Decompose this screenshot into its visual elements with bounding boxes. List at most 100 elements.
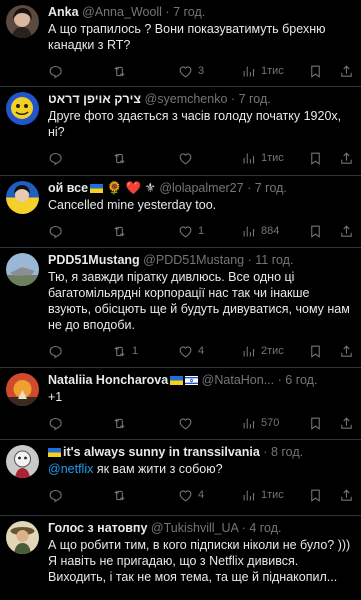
reply-icon — [48, 488, 63, 503]
bookmark-icon — [308, 344, 323, 359]
author-handle[interactable]: @Anna_Wooll — [82, 5, 162, 19]
views-button[interactable]: 1тис — [241, 484, 284, 506]
like-button[interactable]: 4 — [178, 340, 204, 362]
author-name[interactable]: Голос з натовпу — [48, 521, 147, 535]
tweet-header: ой все 🌻 ❤️ ⚜ @lolapalmer27 · 7 год. — [48, 176, 351, 196]
author-handle[interactable]: @syemchenko — [145, 92, 228, 106]
reply-button[interactable] — [48, 340, 68, 362]
tweet[interactable]: it's always sunny in transsilvania · 8 г… — [0, 440, 361, 516]
mention-link[interactable]: @netflix — [48, 462, 93, 476]
retweet-button[interactable] — [112, 412, 132, 434]
author-handle[interactable]: @lolapalmer27 — [159, 181, 243, 195]
like-button[interactable]: 3 — [178, 60, 204, 82]
avatar[interactable] — [6, 373, 39, 406]
timestamp[interactable]: 4 год. — [249, 521, 281, 535]
tweet-text: А що трапилось ? Вони показуватимуть бре… — [48, 22, 326, 52]
timestamp[interactable]: 7 год. — [239, 92, 271, 106]
author-name[interactable]: PDD51Mustang — [48, 253, 140, 267]
avatar[interactable] — [6, 5, 39, 38]
action-bar: 1 884 — [48, 220, 351, 242]
avatar[interactable] — [6, 445, 39, 478]
tweet[interactable]: PDD51Mustang @PDD51Mustang · 11 год. Тю,… — [0, 248, 361, 368]
share-button[interactable] — [339, 340, 354, 362]
reply-button[interactable] — [48, 484, 68, 506]
share-icon — [339, 416, 354, 431]
views-icon — [241, 64, 256, 79]
tweet[interactable]: Голос з натовпу @Tukishvill_UA · 4 год. … — [0, 516, 361, 600]
timestamp[interactable]: 8 год. — [271, 445, 303, 459]
share-button[interactable] — [339, 147, 354, 169]
tweet[interactable]: צירק אויפן דראט @syemchenko · 7 год. Дру… — [0, 87, 361, 176]
bookmark-icon — [308, 488, 323, 503]
bookmark-icon — [308, 64, 323, 79]
like-count: 4 — [198, 489, 205, 501]
views-button[interactable]: 1тис — [241, 147, 284, 169]
like-icon — [178, 224, 193, 239]
reply-feed: Anka @Anna_Wooll · 7 год. А що трапилось… — [0, 0, 361, 600]
retweet-count: 1 — [132, 345, 139, 357]
retweet-button[interactable] — [112, 147, 132, 169]
reply-button[interactable] — [48, 220, 68, 242]
share-button[interactable] — [339, 60, 354, 82]
share-button[interactable] — [339, 220, 354, 242]
author-handle[interactable]: @PDD51Mustang — [143, 253, 244, 267]
timestamp[interactable]: 7 год. — [173, 5, 205, 19]
views-button[interactable]: 2тис — [241, 340, 284, 362]
tweet-header: Голос з натовпу @Tukishvill_UA · 4 год. — [48, 516, 351, 536]
bookmark-button[interactable] — [308, 340, 323, 362]
separator: · — [277, 373, 282, 387]
timestamp[interactable]: 6 год. — [285, 373, 317, 387]
avatar[interactable] — [6, 253, 39, 286]
retweet-button[interactable] — [112, 220, 132, 242]
like-button[interactable] — [178, 147, 198, 169]
tweet[interactable]: Nataliia Honcharova @NataHon... · 6 год.… — [0, 368, 361, 440]
avatar[interactable] — [6, 92, 39, 125]
author-name[interactable]: ой все — [48, 181, 88, 195]
avatar[interactable] — [6, 181, 39, 214]
bookmark-button[interactable] — [308, 60, 323, 82]
like-button[interactable]: 1 — [178, 220, 204, 242]
reply-button[interactable] — [48, 147, 68, 169]
author-name[interactable]: צירק אויפן דראט — [48, 92, 141, 106]
tweet[interactable]: Anka @Anna_Wooll · 7 год. А що трапилось… — [0, 0, 361, 87]
bookmark-button[interactable] — [308, 220, 323, 242]
views-button[interactable]: 884 — [241, 220, 279, 242]
timestamp[interactable]: 7 год. — [255, 181, 287, 195]
like-icon — [178, 64, 193, 79]
reply-icon — [48, 224, 63, 239]
views-button[interactable]: 1тис — [241, 60, 284, 82]
bookmark-button[interactable] — [308, 147, 323, 169]
retweet-button[interactable] — [112, 60, 132, 82]
author-name[interactable]: Anka — [48, 5, 79, 19]
action-bar: 1тис — [48, 147, 351, 169]
avatar[interactable] — [6, 521, 39, 554]
views-button[interactable]: 570 — [241, 412, 279, 434]
retweet-icon — [112, 416, 127, 431]
bookmark-button[interactable] — [308, 484, 323, 506]
reply-button[interactable] — [48, 60, 68, 82]
reply-button[interactable] — [48, 412, 68, 434]
share-icon — [339, 344, 354, 359]
action-bar: 570 — [48, 412, 351, 434]
reply-icon — [48, 416, 63, 431]
retweet-button[interactable] — [112, 484, 132, 506]
tweet-header: Nataliia Honcharova @NataHon... · 6 год. — [48, 368, 351, 388]
tweet-text: Cancelled mine yesterday too. — [48, 198, 217, 212]
tweet-header: Anka @Anna_Wooll · 7 год. — [48, 0, 351, 20]
author-handle[interactable]: @Tukishvill_UA — [151, 521, 238, 535]
like-button[interactable] — [178, 412, 198, 434]
share-icon — [339, 224, 354, 239]
author-name[interactable]: it's always sunny in transsilvania — [63, 445, 260, 459]
bookmark-button[interactable] — [308, 412, 323, 434]
author-handle[interactable]: @NataHon... — [202, 373, 274, 387]
tweet[interactable]: ой все 🌻 ❤️ ⚜ @lolapalmer27 · 7 год. Can… — [0, 176, 361, 248]
timestamp[interactable]: 11 год. — [255, 253, 293, 267]
retweet-button[interactable]: 1 — [112, 340, 138, 362]
retweet-icon — [112, 488, 127, 503]
share-button[interactable] — [339, 484, 354, 506]
separator: · — [247, 253, 252, 267]
view-count: 884 — [261, 225, 280, 237]
author-name[interactable]: Nataliia Honcharova — [48, 373, 168, 387]
share-button[interactable] — [339, 412, 354, 434]
like-button[interactable]: 4 — [178, 484, 204, 506]
